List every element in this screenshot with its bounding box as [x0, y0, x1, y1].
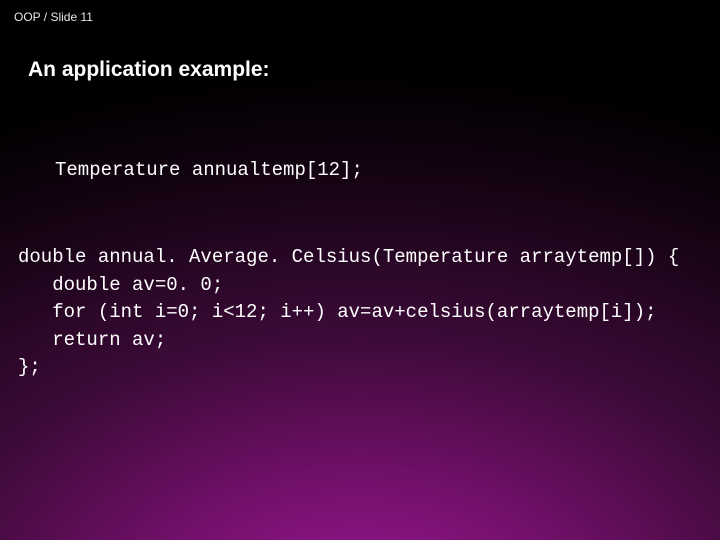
slide-title: An application example:: [28, 58, 270, 82]
code-function: double annual. Average. Celsius(Temperat…: [18, 244, 679, 382]
breadcrumb: OOP / Slide 11: [14, 10, 93, 24]
slide: OOP / Slide 11 An application example: T…: [0, 0, 720, 540]
code-declaration: Temperature annualtemp[12];: [55, 158, 363, 184]
